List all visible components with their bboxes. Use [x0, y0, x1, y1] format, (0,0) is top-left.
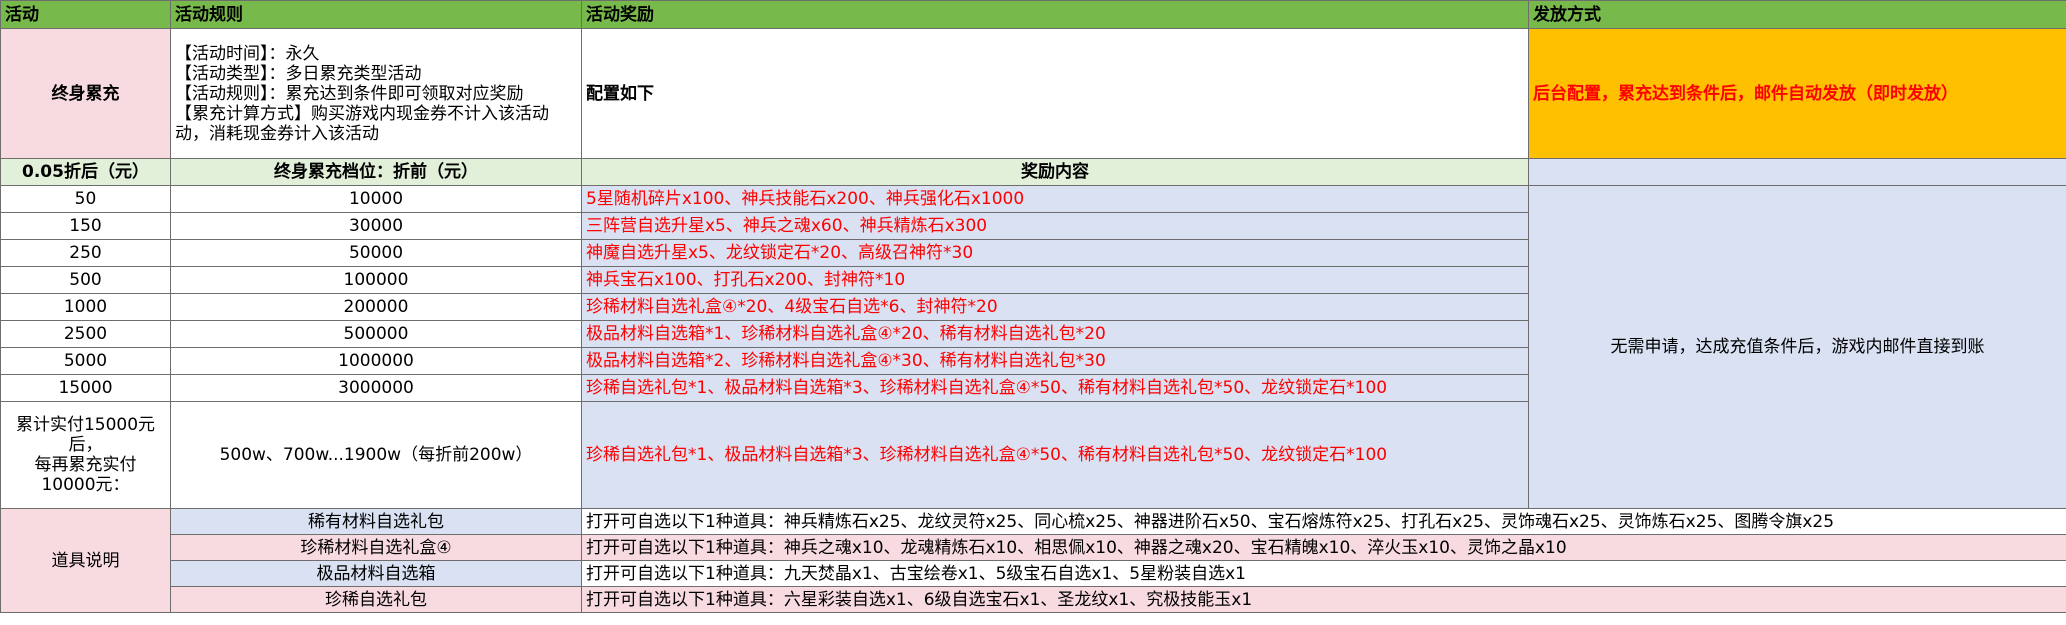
- tier-after-cell[interactable]: 50: [0, 185, 171, 213]
- tier-header-blank[interactable]: [1528, 158, 2066, 186]
- extra-tier-after-cell[interactable]: 累计实付15000元 后， 每再累充实付 10000元：: [0, 401, 171, 509]
- tier-before-cell[interactable]: 30000: [170, 212, 582, 240]
- item-row: 道具说明 稀有材料自选礼包 打开可自选以下1种道具：神兵精炼石x25、龙纹灵符x…: [0, 508, 2066, 613]
- tier-reward-cell[interactable]: 神魔自选升星x5、龙纹锁定石*20、高级召神符*30: [581, 239, 1529, 267]
- tier-reward-cell[interactable]: 极品材料自选箱*1、珍稀材料自选礼盒④*20、稀有材料自选礼包*20: [581, 320, 1529, 348]
- distribution-note-cell[interactable]: 无需申请，达成充值条件后，游戏内邮件直接到账: [1528, 185, 2066, 509]
- item-name-cell[interactable]: 珍稀自选礼包: [170, 586, 582, 613]
- rule-line: 【活动时间】：永久: [175, 43, 320, 64]
- tier-header-reward[interactable]: 奖励内容: [581, 158, 1529, 186]
- rule-line: 【活动类型】：多日累充类型活动: [175, 63, 422, 84]
- rule-line: 【活动规则】：累充达到条件即可领取对应奖励: [175, 83, 524, 104]
- item-row: 极品材料自选箱 打开可自选以下1种道具：九天焚晶x1、古宝绘卷x1、5级宝石自选…: [1, 560, 2066, 587]
- tier-after-cell[interactable]: 1000: [0, 293, 171, 321]
- rule-line: 【累充计算方式】购买游戏内现金券不计入该活动: [175, 103, 549, 124]
- tier-after-cell[interactable]: 5000: [0, 347, 171, 375]
- extra-tier-line: 累计实付15000元: [15, 415, 156, 435]
- tier-reward-cell[interactable]: 5星随机碎片x100、神兵技能石x200、神兵强化石x1000: [581, 185, 1529, 213]
- header-activity[interactable]: 活动: [0, 0, 171, 29]
- tier-header-after-discount[interactable]: 0.05折后（元）: [0, 158, 171, 186]
- tier-reward-cell[interactable]: 极品材料自选箱*2、珍稀材料自选礼盒④*30、稀有材料自选礼包*30: [581, 347, 1529, 375]
- item-name-cell[interactable]: 珍稀材料自选礼盒④: [170, 534, 582, 561]
- item-row: 珍稀材料自选礼盒④ 打开可自选以下1种道具：神兵之魂x10、龙魂精炼石x10、相…: [1, 534, 2066, 561]
- distribution-method-cell[interactable]: 后台配置，累充达到条件后，邮件自动发放（即时发放）: [1528, 28, 2066, 159]
- tier-after-cell[interactable]: 15000: [0, 374, 171, 402]
- header-rules[interactable]: 活动规则: [170, 0, 582, 29]
- rule-line: 动，消耗现金券计入该活动: [175, 123, 379, 144]
- reward-config-cell[interactable]: 配置如下: [581, 28, 1529, 159]
- activity-row: 终身累充 【活动时间】：永久 【活动类型】：多日累充类型活动 【活动规则】：累充…: [0, 28, 2066, 159]
- tier-before-cell[interactable]: 3000000: [170, 374, 582, 402]
- rules-cell[interactable]: 【活动时间】：永久 【活动类型】：多日累充类型活动 【活动规则】：累充达到条件即…: [170, 28, 582, 159]
- reward-sheet: 活动 活动规则 活动奖励 发放方式 终身累充 【活动时间】：永久 【活动类型】：…: [0, 0, 2066, 613]
- tier-reward-cell[interactable]: 神兵宝石x100、打孔石x200、封神符*10: [581, 266, 1529, 294]
- tier-header-before-discount[interactable]: 终身累充档位：折前（元）: [170, 158, 582, 186]
- item-name-cell[interactable]: 极品材料自选箱: [170, 560, 582, 587]
- item-desc-cell[interactable]: 打开可自选以下1种道具：六星彩装自选x1、6级自选宝石x1、圣龙纹x1、究极技能…: [581, 586, 2066, 613]
- tier-before-cell[interactable]: 50000: [170, 239, 582, 267]
- tier-before-cell[interactable]: 100000: [170, 266, 582, 294]
- tier-after-cell[interactable]: 2500: [0, 320, 171, 348]
- tier-before-cell[interactable]: 1000000: [170, 347, 582, 375]
- item-desc-cell[interactable]: 打开可自选以下1种道具：九天焚晶x1、古宝绘卷x1、5级宝石自选x1、5星粉装自…: [581, 560, 2066, 587]
- item-row: 珍稀自选礼包 打开可自选以下1种道具：六星彩装自选x1、6级自选宝石x1、圣龙纹…: [1, 586, 2066, 613]
- tier-reward-cell[interactable]: 珍稀自选礼包*1、极品材料自选箱*3、珍稀材料自选礼盒④*50、稀有材料自选礼包…: [581, 374, 1529, 402]
- header-rewards[interactable]: 活动奖励: [581, 0, 1529, 29]
- item-desc-cell[interactable]: 打开可自选以下1种道具：神兵之魂x10、龙魂精炼石x10、相思佩x10、神器之魂…: [581, 534, 2066, 561]
- tier-reward-cell[interactable]: 珍稀材料自选礼盒④*20、4级宝石自选*6、封神符*20: [581, 293, 1529, 321]
- tier-before-cell[interactable]: 10000: [170, 185, 582, 213]
- tier-after-cell[interactable]: 250: [0, 239, 171, 267]
- activity-name-cell[interactable]: 终身累充: [0, 28, 171, 159]
- header-row: 活动 活动规则 活动奖励 发放方式: [0, 0, 2066, 29]
- tier-row: 50 10000 5星随机碎片x100、神兵技能石x200、神兵强化石x1000…: [0, 185, 2066, 509]
- item-desc-cell[interactable]: 打开可自选以下1种道具：神兵精炼石x25、龙纹灵符x25、同心梳x25、神器进阶…: [581, 508, 2066, 535]
- item-name-cell[interactable]: 稀有材料自选礼包: [170, 508, 582, 535]
- extra-tier-before-cell[interactable]: 500w、700w...1900w（每折前200w）: [170, 401, 582, 509]
- tier-reward-cell[interactable]: 三阵营自选升星x5、神兵之魂x60、神兵精炼石x300: [581, 212, 1529, 240]
- tier-header-row: 0.05折后（元） 终身累充档位：折前（元） 奖励内容: [0, 158, 2066, 186]
- extra-tier-line: 10000元：: [41, 475, 130, 495]
- tier-before-cell[interactable]: 500000: [170, 320, 582, 348]
- tier-after-cell[interactable]: 150: [0, 212, 171, 240]
- tier-after-cell[interactable]: 500: [0, 266, 171, 294]
- items-label-cell[interactable]: 道具说明: [0, 508, 171, 613]
- extra-tier-line: 每再累充实付: [34, 455, 137, 475]
- extra-tier-reward-cell[interactable]: 珍稀自选礼包*1、极品材料自选箱*3、珍稀材料自选礼盒④*50、稀有材料自选礼包…: [581, 401, 1529, 509]
- tier-before-cell[interactable]: 200000: [170, 293, 582, 321]
- header-distribution[interactable]: 发放方式: [1528, 0, 2066, 29]
- extra-tier-line: 后，: [68, 435, 103, 455]
